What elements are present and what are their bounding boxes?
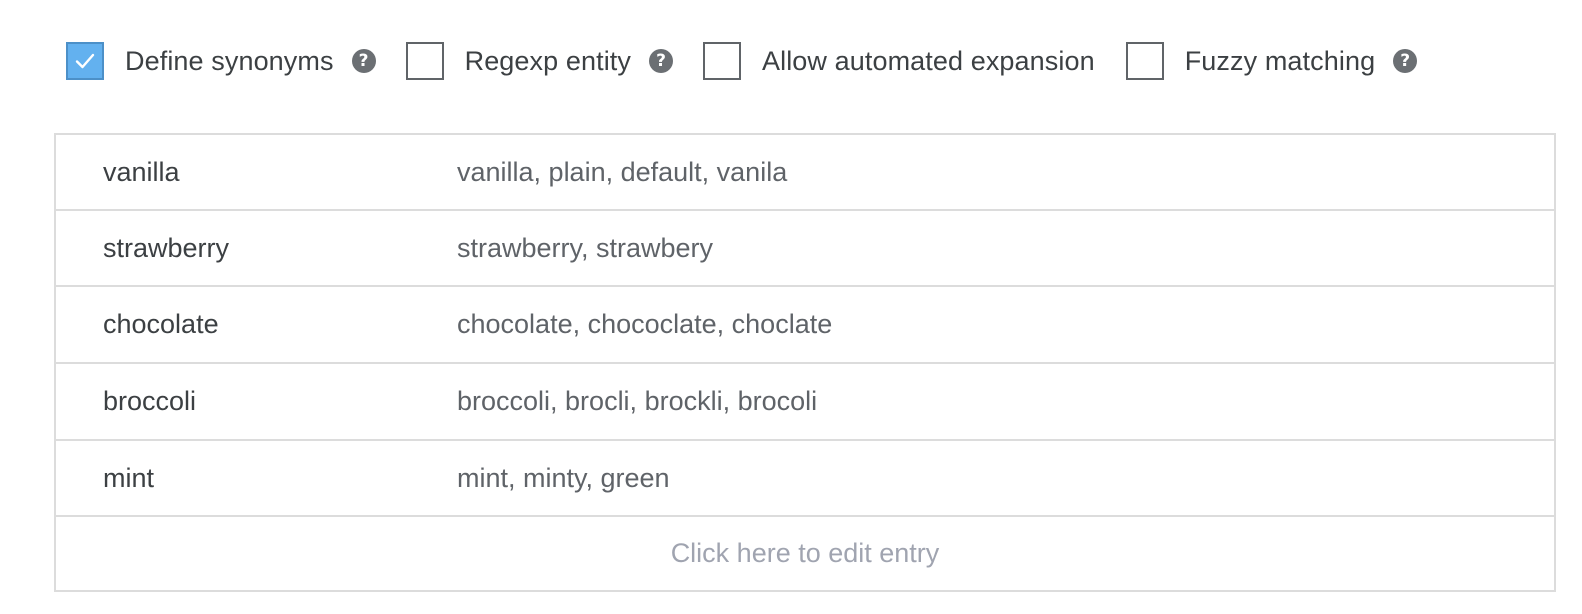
entry-synonyms[interactable]: broccoli, brocli, brockli, brocoli <box>457 386 817 417</box>
entry-reference-value[interactable]: chocolate <box>56 309 457 340</box>
entry-synonyms[interactable]: mint, minty, green <box>457 463 670 494</box>
check-icon <box>75 53 95 69</box>
allow-automated-expansion-checkbox[interactable] <box>703 42 741 80</box>
regexp-entity-label: Regexp entity <box>464 45 631 76</box>
entry-reference-value[interactable]: mint <box>56 463 457 494</box>
define-synonyms-option[interactable]: Define synonyms ? <box>66 42 376 80</box>
regexp-entity-option[interactable]: Regexp entity ? <box>405 42 673 80</box>
regexp-entity-checkbox[interactable] <box>405 42 444 80</box>
edit-entry-placeholder[interactable]: Click here to edit entry <box>56 517 1554 590</box>
define-synonyms-checkbox[interactable] <box>66 42 104 80</box>
define-synonyms-label: Define synonyms <box>125 45 334 76</box>
allow-automated-expansion-label: Allow automated expansion <box>762 45 1095 76</box>
table-row[interactable]: strawberry strawberry, strawbery <box>56 211 1554 287</box>
fuzzy-matching-label: Fuzzy matching <box>1184 45 1376 76</box>
entries-table: vanilla vanilla, plain, default, vanila … <box>54 133 1556 592</box>
entry-reference-value[interactable]: strawberry <box>56 233 457 264</box>
table-row[interactable]: chocolate chocolate, chococlate, choclat… <box>56 287 1554 364</box>
entry-reference-value[interactable]: broccoli <box>56 386 457 417</box>
entity-options-bar: Define synonyms ? Regexp entity ? Allow … <box>66 41 1418 81</box>
entry-reference-value[interactable]: vanilla <box>56 157 457 188</box>
entry-synonyms[interactable]: chocolate, chococlate, choclate <box>457 309 832 340</box>
entry-synonyms[interactable]: vanilla, plain, default, vanila <box>457 157 787 188</box>
table-row[interactable]: mint mint, minty, green <box>56 441 1554 517</box>
fuzzy-matching-option[interactable]: Fuzzy matching ? <box>1125 42 1418 80</box>
fuzzy-matching-checkbox[interactable] <box>1125 42 1164 80</box>
entry-synonyms[interactable]: strawberry, strawbery <box>457 233 713 264</box>
help-icon[interactable]: ? <box>351 49 376 73</box>
allow-automated-expansion-option[interactable]: Allow automated expansion <box>703 42 1095 80</box>
help-icon[interactable]: ? <box>649 49 673 73</box>
table-row[interactable]: broccoli broccoli, brocli, brockli, broc… <box>56 364 1554 441</box>
help-icon[interactable]: ? <box>1393 49 1418 73</box>
table-row[interactable]: vanilla vanilla, plain, default, vanila <box>56 135 1554 211</box>
